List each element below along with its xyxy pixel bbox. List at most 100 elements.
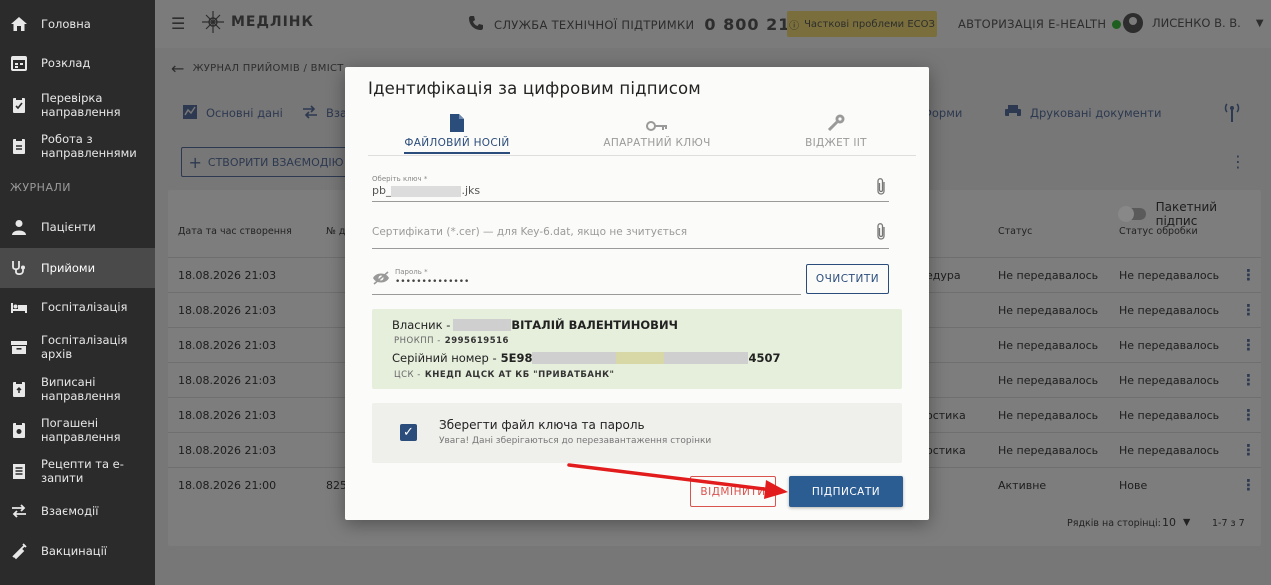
- row-menu-icon[interactable]: ⋮: [1241, 371, 1256, 389]
- sidebar-item-patients[interactable]: Пацієнти: [0, 217, 155, 237]
- sidebar-item-vaccinations[interactable]: Вакцинації: [0, 541, 155, 561]
- more-options-icon[interactable]: ⋮: [1230, 152, 1246, 171]
- tab-label: ВІДЖЕТ ІІТ: [805, 137, 867, 149]
- certificate-info: Власник - ВІТАЛІЙ ВАЛЕНТИНОВИЧ РНОКПП -2…: [372, 309, 902, 389]
- key-file-value: pb_ .jks: [372, 184, 481, 197]
- tab-iit-widget[interactable]: ВІДЖЕТ ІІТ: [761, 111, 911, 149]
- save-key-option[interactable]: ✓ Зберегти файл ключа та пароль Увага! Д…: [372, 403, 902, 463]
- key-icon: [646, 111, 668, 133]
- sidebar: Головна Розклад Перевірка направлення Ро…: [0, 0, 155, 585]
- column-header-created[interactable]: Дата та час створення: [178, 226, 292, 237]
- tab-hardware-key[interactable]: АПАРАТНИЙ КЛЮЧ: [582, 111, 732, 149]
- chart-icon: [182, 104, 198, 123]
- sidebar-item-hospitalization-archive[interactable]: Госпіталізація архів: [0, 333, 155, 361]
- sidebar-section-journals: ЖУРНАЛИ: [10, 181, 71, 194]
- tab-interactions[interactable]: Вза: [302, 104, 347, 123]
- column-header-processing[interactable]: Статус обробки: [1119, 226, 1198, 237]
- rows-per-page-select[interactable]: 10: [1162, 516, 1176, 529]
- cell-date: 18.08.2026 21:03: [178, 444, 277, 457]
- menu-icon[interactable]: ☰: [171, 14, 185, 33]
- person-icon: [10, 218, 28, 236]
- support-label: СЛУЖБА ТЕХНІЧНОЇ ПІДТРИМКИ: [494, 17, 695, 32]
- top-bar: ☰ МЕДЛІНК СЛУЖБА ТЕХНІЧНОЇ ПІДТРИМКИ 0 8…: [155, 0, 1271, 48]
- cell-status: Не передавалось: [998, 304, 1099, 317]
- clear-button[interactable]: ОЧИСТИТИ: [806, 264, 889, 294]
- redacted-mask: [616, 352, 665, 364]
- paperclip-icon[interactable]: [875, 177, 887, 200]
- sidebar-item-label: Перевірка направлення: [41, 91, 121, 119]
- row-menu-icon[interactable]: ⋮: [1241, 266, 1256, 284]
- tab-label: Основні дані: [206, 106, 283, 120]
- cell-date: 18.08.2026 21:03: [178, 374, 277, 387]
- sidebar-item-label: Госпіталізація архів: [41, 333, 128, 361]
- sidebar-item-label: Виписані направлення: [41, 375, 121, 403]
- status-dot-icon: [1112, 19, 1122, 29]
- sidebar-item-issued-referrals[interactable]: Виписані направлення: [0, 374, 155, 404]
- paperclip-icon[interactable]: [875, 222, 887, 245]
- redacted-mask: [391, 185, 462, 197]
- csk-label: ЦСК -: [394, 370, 421, 380]
- cell-date: 18.08.2026 21:03: [178, 339, 277, 352]
- checkbox-checked-icon[interactable]: ✓: [400, 424, 417, 441]
- eye-off-icon[interactable]: [372, 271, 390, 288]
- tab-file-carrier[interactable]: ФАЙЛОВИЙ НОСІЙ: [382, 111, 532, 154]
- breadcrumb-text[interactable]: ЖУРНАЛ ПРИЙОМІВ / ВМІСТ: [193, 63, 344, 74]
- cell-status: Не передавалось: [998, 444, 1099, 457]
- sidebar-item-home[interactable]: Головна: [0, 14, 155, 34]
- row-menu-icon[interactable]: ⋮: [1241, 476, 1256, 494]
- sidebar-item-prescriptions[interactable]: Рецепти та е-запити: [0, 456, 155, 486]
- sidebar-item-schedule[interactable]: Розклад: [0, 53, 155, 73]
- plus-icon: +: [188, 152, 202, 172]
- toggle-switch[interactable]: [1118, 206, 1146, 222]
- redacted-mask: [453, 319, 512, 331]
- ehealth-label: АВТОРИЗАЦІЯ E-HEALTH: [958, 17, 1107, 31]
- packet-sign-label: Пакетний підпис: [1155, 200, 1218, 228]
- create-interaction-button[interactable]: + СТВОРИТИ ВЗАЄМОДІЮ: [181, 147, 351, 177]
- owner-name: ВІТАЛІЙ ВАЛЕНТИНОВИЧ: [511, 318, 678, 332]
- sign-button[interactable]: ПІДПИСАТИ: [789, 476, 903, 507]
- chevron-down-icon: ▼: [1255, 17, 1264, 29]
- cell-processing: Не передавалось: [1119, 339, 1220, 352]
- save-key-label: Зберегти файл ключа та пароль: [439, 418, 645, 432]
- tab-label: АПАРАТНИЙ КЛЮЧ: [603, 137, 711, 149]
- certificate-field[interactable]: Сертифікати (*.cer) — для Key-6.dat, якщ…: [372, 220, 889, 249]
- sidebar-item-appointments[interactable]: Прийоми: [0, 248, 155, 288]
- key-file-field[interactable]: Оберіть ключ * pb_ .jks: [372, 173, 889, 202]
- sidebar-item-referral-check[interactable]: Перевірка направлення: [0, 90, 155, 120]
- clipboard-done-icon: [10, 421, 28, 439]
- row-menu-icon[interactable]: ⋮: [1241, 406, 1256, 424]
- tab-printed-docs[interactable]: Друковані документи: [1004, 104, 1161, 123]
- cancel-button[interactable]: ВІДМІНИТИ: [690, 476, 776, 507]
- antenna-icon: [1223, 101, 1241, 126]
- clipboard-icon: [10, 137, 28, 155]
- user-menu[interactable]: ЛИСЕНКО В. В. ▼: [1123, 13, 1264, 33]
- rnokpp-line: РНОКПП -2995619516: [394, 336, 509, 346]
- password-label: Пароль *: [395, 268, 428, 276]
- column-header-status[interactable]: Статус: [998, 226, 1032, 237]
- esoz-alert-badge[interactable]: ⓘ Часткові проблеми ЕСОЗ: [787, 11, 937, 37]
- back-arrow-icon[interactable]: ←: [171, 59, 185, 78]
- row-menu-icon[interactable]: ⋮: [1241, 441, 1256, 459]
- user-name: ЛИСЕНКО В. В.: [1152, 16, 1241, 30]
- sidebar-item-label: Головна: [41, 17, 91, 31]
- row-menu-icon[interactable]: ⋮: [1241, 301, 1256, 319]
- sidebar-item-label: Вакцинації: [41, 544, 107, 558]
- sidebar-item-hospitalization[interactable]: Госпіталізація: [0, 297, 155, 317]
- packet-sign-toggle[interactable]: Пакетний підпис: [1118, 200, 1261, 228]
- tab-main-data[interactable]: Основні дані: [182, 104, 283, 123]
- cell-type: едура: [926, 269, 961, 282]
- cell-processing: Не передавалось: [1119, 444, 1220, 457]
- ehealth-status[interactable]: АВТОРИЗАЦІЯ E-HEALTH: [958, 17, 1122, 31]
- chevron-down-icon[interactable]: ▼: [1183, 517, 1190, 528]
- tab-signal[interactable]: [1223, 101, 1241, 126]
- sidebar-item-redeemed-referrals[interactable]: Погашені направлення: [0, 415, 155, 445]
- serial-label: Серійний номер -: [392, 351, 497, 365]
- sidebar-item-referrals-work[interactable]: Робота з направленнями: [0, 131, 155, 161]
- row-menu-icon[interactable]: ⋮: [1241, 336, 1256, 354]
- cell-number: 825: [326, 479, 347, 492]
- logo: МЕДЛІНК: [201, 10, 314, 34]
- sidebar-item-interactions[interactable]: Взаємодії: [0, 501, 155, 521]
- sidebar-item-label: Прийоми: [41, 261, 96, 275]
- password-field[interactable]: Пароль * ••••••••••••••: [372, 266, 801, 295]
- list-icon: [10, 462, 28, 480]
